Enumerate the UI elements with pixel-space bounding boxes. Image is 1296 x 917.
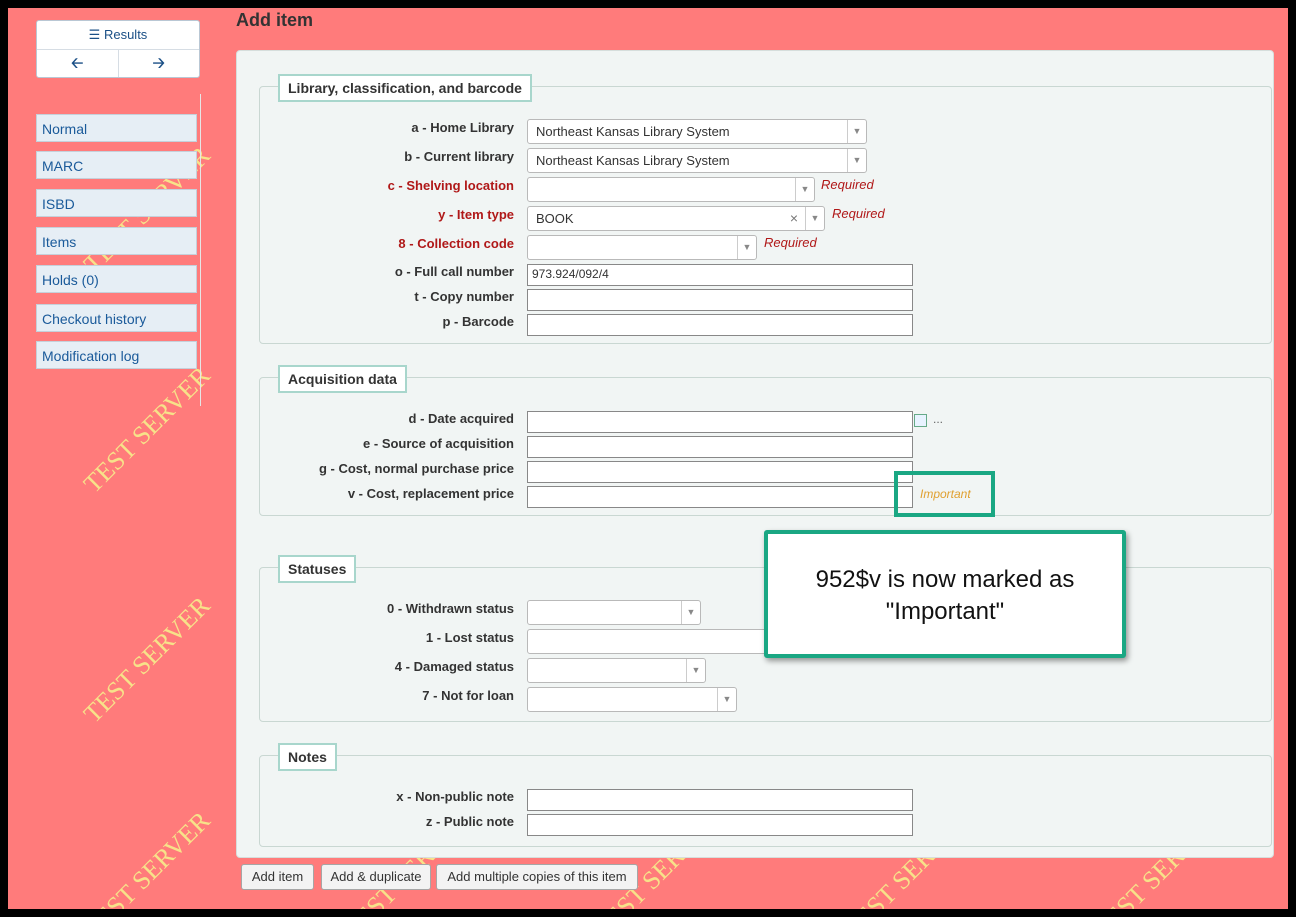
- public-note-label: z - Public note: [425, 814, 514, 829]
- results-link[interactable]: ☰ Results: [37, 21, 199, 50]
- arrow-left-icon: 🡠: [71, 55, 84, 72]
- not-for-loan-label: 7 - Not for loan: [422, 688, 514, 703]
- withdrawn-status-select[interactable]: ▼: [527, 600, 701, 625]
- results-nav: ☰ Results 🡠 🡢: [36, 20, 200, 78]
- annotation-callout: 952$v is now marked as "Important": [764, 530, 1126, 658]
- acquisition-legend: Acquisition data: [278, 365, 407, 393]
- copy-number-input[interactable]: [527, 289, 913, 311]
- cost-replacement-label: v - Cost, replacement price: [347, 486, 514, 501]
- item-type-value: BOOK: [536, 211, 574, 226]
- previous-result-button[interactable]: 🡠: [37, 50, 119, 77]
- shelving-location-select[interactable]: ▼: [527, 177, 815, 202]
- shelving-location-label: c - Shelving location: [387, 178, 514, 193]
- record-sidebar: Normal MARC ISBD Items Holds (0) Checkou…: [36, 94, 201, 406]
- nonpublic-note-label: x - Non-public note: [396, 789, 514, 804]
- collection-code-label: 8 - Collection code: [398, 236, 514, 251]
- library-legend: Library, classification, and barcode: [278, 74, 532, 102]
- home-library-value: Northeast Kansas Library System: [536, 124, 730, 139]
- sidebar-item-modification-log[interactable]: Modification log: [36, 341, 197, 369]
- cost-replacement-input[interactable]: [527, 486, 913, 508]
- sidebar-item-checkout-history[interactable]: Checkout history: [36, 304, 197, 332]
- collection-code-select[interactable]: ▼: [527, 235, 757, 260]
- required-marker: Required: [764, 235, 817, 250]
- home-library-label: a - Home Library: [411, 120, 514, 135]
- important-highlight-box: [894, 471, 995, 517]
- barcode-label: p - Barcode: [442, 314, 514, 329]
- sidebar-item-normal[interactable]: Normal: [36, 114, 197, 142]
- calendar-icon[interactable]: [914, 414, 927, 427]
- item-type-label: y - Item type: [438, 207, 514, 222]
- cost-normal-input[interactable]: [527, 461, 913, 483]
- public-note-input[interactable]: [527, 814, 913, 836]
- add-item-button[interactable]: Add item: [241, 864, 314, 890]
- sidebar-item-isbd[interactable]: ISBD: [36, 189, 197, 217]
- barcode-input[interactable]: [527, 314, 913, 336]
- notes-legend: Notes: [278, 743, 337, 771]
- home-library-select[interactable]: Northeast Kansas Library System ▼: [527, 119, 867, 144]
- callout-line-1: 952$v is now marked as: [815, 566, 1075, 593]
- date-acquired-input[interactable]: [527, 411, 913, 433]
- required-marker: Required: [821, 177, 874, 192]
- list-icon: ☰: [88, 27, 101, 42]
- next-result-button[interactable]: 🡢: [119, 50, 200, 77]
- chevron-down-icon: ▼: [686, 659, 705, 682]
- copy-number-label: t - Copy number: [414, 289, 514, 304]
- chevron-down-icon: ▼: [805, 207, 824, 230]
- chevron-down-icon: ▼: [717, 688, 736, 711]
- lost-status-select[interactable]: [527, 629, 777, 654]
- cost-normal-label: g - Cost, normal purchase price: [318, 461, 514, 476]
- watermark: TEST SERVER: [78, 805, 216, 909]
- callout-line-2: "Important": [885, 598, 1005, 625]
- page: TEST SERVER TEST SERVER TEST SERVER TEST…: [8, 8, 1288, 909]
- sidebar-item-items[interactable]: Items: [36, 227, 197, 255]
- current-library-value: Northeast Kansas Library System: [536, 153, 730, 168]
- chevron-down-icon: ▼: [847, 149, 866, 172]
- chevron-down-icon: ▼: [737, 236, 756, 259]
- arrow-right-icon: 🡢: [152, 55, 165, 72]
- sidebar-item-marc[interactable]: MARC: [36, 151, 197, 179]
- date-acquired-label: d - Date acquired: [408, 411, 514, 426]
- source-of-acquisition-input[interactable]: [527, 436, 913, 458]
- withdrawn-status-label: 0 - Withdrawn status: [386, 601, 514, 616]
- not-for-loan-select[interactable]: ▼: [527, 687, 737, 712]
- date-plugin-link[interactable]: ...: [933, 412, 943, 426]
- watermark: TEST SERVER: [78, 590, 216, 729]
- statuses-legend: Statuses: [278, 555, 357, 583]
- chevron-down-icon: ▼: [681, 601, 700, 624]
- sidebar-item-holds[interactable]: Holds (0): [36, 265, 197, 293]
- chevron-down-icon: ▼: [795, 178, 814, 201]
- full-call-number-label: o - Full call number: [394, 264, 514, 279]
- current-library-label: b - Current library: [404, 149, 514, 164]
- page-title: Add item: [236, 10, 314, 30]
- full-call-number-input[interactable]: 973.924/092/4: [527, 264, 913, 286]
- add-duplicate-button[interactable]: Add & duplicate: [321, 864, 431, 890]
- required-marker: Required: [832, 206, 885, 221]
- chevron-down-icon: ▼: [847, 120, 866, 143]
- item-type-select[interactable]: BOOK × ▼: [527, 206, 825, 231]
- results-label: Results: [103, 27, 148, 42]
- damaged-status-label: 4 - Damaged status: [394, 659, 514, 674]
- source-of-acquisition-label: e - Source of acquisition: [363, 436, 514, 451]
- lost-status-label: 1 - Lost status: [425, 630, 514, 645]
- clear-icon[interactable]: ×: [790, 207, 798, 230]
- add-multiple-copies-button[interactable]: Add multiple copies of this item: [436, 864, 638, 890]
- damaged-status-select[interactable]: ▼: [527, 658, 706, 683]
- current-library-select[interactable]: Northeast Kansas Library System ▼: [527, 148, 867, 173]
- nonpublic-note-input[interactable]: [527, 789, 913, 811]
